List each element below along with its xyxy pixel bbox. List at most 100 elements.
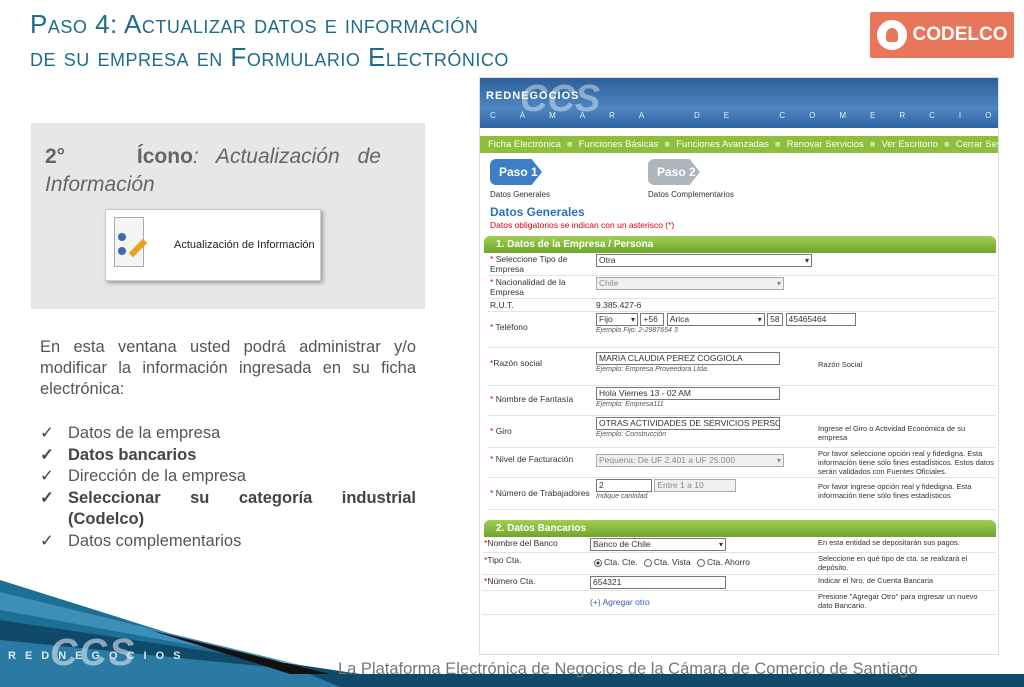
form-row-tipo-cta: *Tipo Cta. Cta. Cte. Cta. Vista Cta. Aho… xyxy=(482,553,996,575)
rut-value: 9.385.427-6 xyxy=(596,300,642,310)
agregar-otro-link[interactable]: (+) Agregar otro xyxy=(590,597,650,607)
tel-country-input[interactable]: +56 xyxy=(640,313,665,326)
banco-hint: En esta entidad se depositarán sus pagos… xyxy=(818,538,960,547)
slide-title: Paso 4: Actualizar datos e información d… xyxy=(30,8,650,74)
form-row-nacionalidad: * Nacionalidad de la Empresa Chile xyxy=(488,276,996,299)
form-row-fantasia: * Nombre de Fantasía Hola Viernes 13 - 0… xyxy=(488,386,996,416)
form-row-giro: * Giro OTRAS ACTIVIDADES DE SERVICIOS PE… xyxy=(488,416,996,448)
feature-item: ✓ Dirección de la empresa xyxy=(40,466,416,488)
razon-hint: Razón Social xyxy=(818,360,863,369)
update-info-label: Actualización de Información xyxy=(174,239,315,251)
wizard-steps: Paso 1 Datos Generales Paso 2 Datos Comp… xyxy=(480,153,998,205)
form-row-facturacion: * Nivel de Facturación Pequena: De UF 2.… xyxy=(488,448,996,478)
nav-ver-escritorio[interactable]: Ver Escritorio xyxy=(881,139,938,150)
trabajadores-input[interactable]: 2 xyxy=(596,479,652,492)
razon-example: Ejemplo: Empresa Proveedora Ltda. xyxy=(596,366,709,373)
trab-label: Número de Trabajadores xyxy=(495,488,590,498)
fantasia-label: Nombre de Fantasía xyxy=(495,394,574,404)
nav-ficha-electronica[interactable]: Ficha Electrónica xyxy=(488,139,561,150)
tipo-cta-label: Tipo Cta. xyxy=(487,555,522,565)
codelco-seal-icon xyxy=(876,20,907,50)
tel-city-select[interactable]: Arica xyxy=(666,313,765,326)
giro-label: Giro xyxy=(495,426,512,436)
tipo-select[interactable]: Otra xyxy=(596,254,812,267)
icon-instruction-box: 2° Ícono: Actualización de Información A… xyxy=(31,123,425,309)
nav-renovar-servicios[interactable]: Renovar Servicios xyxy=(787,139,864,150)
form-row-rut: R.U.T. 9.385.427-6 xyxy=(488,299,996,312)
feature-item: ✓ Datos de la empresa xyxy=(40,423,416,445)
fact-label: Nivel de Facturación xyxy=(495,454,574,464)
banco-label: Nombre del Banco xyxy=(487,538,558,548)
web-nav: Ficha Electrónica ■ Funciones Básicas ■ Fu… xyxy=(480,136,998,153)
update-info-icon-card[interactable]: Actualización de Información xyxy=(105,209,321,281)
web-subtitle: CÁMARA DE COMERCIO DE SANTIAGO xyxy=(490,111,999,120)
giro-input[interactable]: OTRAS ACTIVIDADES DE SERVICIOS PERSONA xyxy=(596,417,780,430)
footer-tagline: La Plataforma Electrónica de Negocios de… xyxy=(338,660,918,678)
giro-hint: Ingrese el Giro o Actividad Económica de… xyxy=(818,424,966,442)
section-title: Datos Generales xyxy=(490,205,585,219)
nav-funciones-basicas[interactable]: Funciones Básicas xyxy=(579,139,659,150)
form-row-razon: *Razón social MARIA CLAUDIA PEREZ COGGIO… xyxy=(488,348,996,386)
step-2-desc: Datos Complementarios xyxy=(648,190,734,199)
numero-cta-label: Número Cta. xyxy=(487,576,536,586)
codelco-logo: CODELCO xyxy=(870,12,1014,58)
icon-step-number: 2° xyxy=(45,145,66,168)
feature-item: ✓ Seleccionar su categoría industrial (Co… xyxy=(40,488,416,529)
icon-instruction-text: 2° Ícono: Actualización de Información xyxy=(45,143,381,199)
checkmark-icon: ✓ xyxy=(40,424,54,442)
trabajadores-range: Entre 1 a 10 xyxy=(654,479,737,492)
step-1-desc: Datos Generales xyxy=(490,190,551,199)
nav-funciones-avanzadas[interactable]: Funciones Avanzadas xyxy=(676,139,769,150)
checkmark-icon: ✓ xyxy=(40,531,54,550)
tel-type-select[interactable]: Fijo xyxy=(596,313,638,326)
step-1-tab[interactable]: Paso 1 xyxy=(490,159,542,185)
document-edit-icon xyxy=(112,215,150,275)
trab-example: Indique cantidad xyxy=(596,493,648,500)
feature-list: ✓ Datos de la empresa ✓ Datos bancarios ✓ D… xyxy=(40,423,416,552)
radio-cta-vista[interactable] xyxy=(643,558,652,567)
fantasia-input[interactable]: Hola Viernes 13 - 02 AM xyxy=(596,387,780,400)
feature-item: ✓ Datos bancarios xyxy=(40,445,416,467)
tipo-cta-hint: Seleccione en qué tipo de cta. se realiz… xyxy=(818,554,968,572)
form-row-trabajadores: * Número de Trabajadores 2 Entre 1 a 10 … xyxy=(488,478,996,510)
web-brand: REDNEGOCIOS xyxy=(486,90,580,102)
numero-cta-hint: Indicar el Nro. de Cuenta Bancaria xyxy=(818,576,934,585)
numero-cta-input[interactable]: 654321 xyxy=(590,576,726,589)
agregar-hint: Presione "Agregar Otro" para ingresar un… xyxy=(818,592,978,610)
codelco-logo-text: CODELCO xyxy=(912,24,1008,45)
nav-cerrar-sesion[interactable]: Cerrar Sesión xyxy=(956,139,998,150)
company-section-bar: 1. Datos de la Empresa / Persona xyxy=(484,236,996,253)
tel-label: Teléfono xyxy=(495,322,528,332)
web-form-screenshot: CCS REDNEGOCIOS CÁMARA DE COMERCIO DE SA… xyxy=(479,77,999,655)
nac-label: Nacionalidad de la Empresa xyxy=(490,277,566,297)
form-row-agregar: (+) Agregar otro Presione "Agregar Otro"… xyxy=(482,591,996,615)
slide-title-line1: Paso 4: Actualizar datos e información xyxy=(30,9,479,39)
nacionalidad-select[interactable]: Chile xyxy=(596,277,784,290)
tel-number-input[interactable]: 45465464 xyxy=(785,313,856,326)
facturacion-select[interactable]: Pequena: De UF 2.401 a UF 25.000 xyxy=(596,454,784,467)
slide-title-line2: de su empresa en Formulario Electrónico xyxy=(30,42,509,72)
icon-description: : Actualización de Información xyxy=(45,145,381,196)
banco-select[interactable]: Banco de Chile xyxy=(590,538,726,551)
feature-item: ✓ Datos complementarios xyxy=(40,531,416,553)
step-2-tab[interactable]: Paso 2 xyxy=(648,159,700,185)
tipo-label: Seleccione Tipo de Empresa xyxy=(490,254,568,274)
checkmark-icon: ✓ xyxy=(40,488,54,507)
razon-label: Razón social xyxy=(493,358,542,368)
bank-section-bar: 2. Datos Bancarios xyxy=(484,520,996,537)
tel-area-input[interactable]: 58 xyxy=(767,313,784,326)
form-row-numero-cta: *Número Cta. 654321 Indicar el Nro. de C… xyxy=(482,575,996,591)
checkmark-icon: ✓ xyxy=(40,467,54,485)
required-note: Datos obligatorios se indican con un ast… xyxy=(490,220,675,230)
checkmark-icon: ✓ xyxy=(40,445,54,464)
form-row-telefono: * Teléfono Fijo +56 Arica 58 45465464 Ej… xyxy=(488,312,996,348)
rut-label: R.U.T. xyxy=(490,300,514,310)
body-paragraph: En esta ventana usted podrá administrar … xyxy=(40,338,416,398)
razon-input[interactable]: MARIA CLAUDIA PEREZ COGGIOLA xyxy=(596,352,780,365)
radio-cta-ahorro[interactable] xyxy=(697,558,705,567)
form-row-tipo: * Seleccione Tipo de Empresa Otra xyxy=(488,253,996,276)
icon-word: Ícono xyxy=(136,145,193,168)
tel-example: Ejemplo Fijo: 2-2987654 3 xyxy=(596,327,678,334)
radio-cta-cte[interactable] xyxy=(594,558,602,567)
web-header: CCS REDNEGOCIOS CÁMARA DE COMERCIO DE SA… xyxy=(480,78,998,128)
